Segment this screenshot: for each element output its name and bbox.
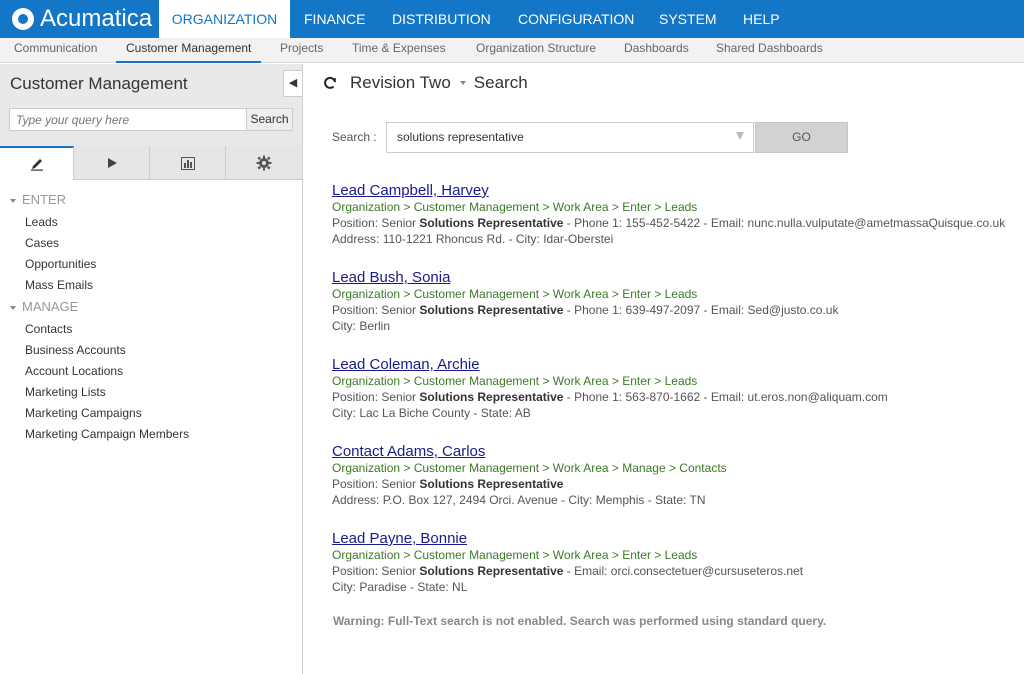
- search-result: Lead Bush, Sonia Organization > Customer…: [332, 269, 1022, 334]
- result-details: Position: Senior Solutions Representativ…: [332, 303, 839, 317]
- sidebar-item-marketing-campaign-members[interactable]: Marketing Campaign Members: [25, 427, 189, 441]
- result-path: Organization > Customer Management > Wor…: [332, 374, 698, 388]
- sidebar-item-business-accounts[interactable]: Business Accounts: [25, 343, 126, 357]
- caret-down-icon: [10, 198, 16, 203]
- subtab-projects[interactable]: Projects: [280, 38, 323, 63]
- dropdown-caret-icon[interactable]: [736, 132, 744, 140]
- refresh-icon[interactable]: [322, 75, 338, 91]
- result-path: Organization > Customer Management > Wor…: [332, 287, 698, 301]
- search-label: Search :: [332, 130, 377, 144]
- result-title-link[interactable]: Lead Campbell, Harvey: [332, 182, 1022, 200]
- sidebar-tabs: [0, 146, 302, 180]
- result-details: Position: Senior Solutions Representativ…: [332, 390, 888, 404]
- result-path: Organization > Customer Management > Wor…: [332, 200, 698, 214]
- sidebar-search-area: Search: [0, 102, 302, 146]
- search-warning: Warning: Full-Text search is not enabled…: [333, 614, 827, 628]
- subtab-shared-dashboards[interactable]: Shared Dashboards: [716, 38, 823, 63]
- result-details: Position: Senior Solutions Representativ…: [332, 477, 564, 491]
- chevron-left-icon: ◀: [288, 77, 298, 89]
- result-address: Address: 110-1221 Rhoncus Rd. - City: Id…: [332, 232, 614, 246]
- sidebar-item-mass-emails[interactable]: Mass Emails: [25, 278, 93, 292]
- sidebar-item-account-locations[interactable]: Account Locations: [25, 364, 123, 378]
- collapse-sidebar-button[interactable]: ◀: [283, 70, 302, 97]
- logo-mark-icon: [12, 8, 34, 30]
- search-result: Lead Payne, Bonnie Organization > Custom…: [332, 530, 1022, 595]
- caret-down-icon[interactable]: [459, 81, 466, 85]
- subtab-dashboards[interactable]: Dashboards: [624, 38, 689, 63]
- result-address: City: Lac La Biche County - State: AB: [332, 406, 531, 420]
- sidebar-item-contacts[interactable]: Contacts: [25, 322, 72, 336]
- tab-distribution[interactable]: DISTRIBUTION: [392, 0, 491, 38]
- result-address: City: Paradise - State: NL: [332, 580, 468, 594]
- sidebar: Customer Management ◀ Search ENTER Leads…: [0, 64, 303, 674]
- result-title-link[interactable]: Lead Coleman, Archie: [332, 356, 1022, 374]
- result-details: Position: Senior Solutions Representativ…: [332, 216, 1006, 230]
- caret-down-icon: [10, 305, 16, 310]
- tab-settings[interactable]: [226, 146, 302, 180]
- result-path: Organization > Customer Management > Wor…: [332, 461, 727, 475]
- subtab-communication[interactable]: Communication: [14, 38, 97, 63]
- tab-run[interactable]: [74, 146, 150, 180]
- subtab-time-expenses[interactable]: Time & Expenses: [352, 38, 446, 63]
- pencil-icon: [30, 159, 43, 171]
- result-title-link[interactable]: Lead Bush, Sonia: [332, 269, 1022, 287]
- sidebar-item-marketing-lists[interactable]: Marketing Lists: [25, 385, 106, 399]
- tab-reports[interactable]: [150, 146, 226, 180]
- result-address: City: Berlin: [332, 319, 391, 333]
- search-input[interactable]: solutions representative: [386, 122, 754, 153]
- search-result: Lead Campbell, Harvey Organization > Cus…: [332, 182, 1022, 247]
- sidebar-item-leads[interactable]: Leads: [25, 215, 58, 229]
- tab-edit[interactable]: [0, 146, 74, 180]
- acumatica-logo[interactable]: Acumatica: [12, 5, 152, 33]
- result-path: Organization > Customer Management > Wor…: [332, 548, 698, 562]
- tab-system[interactable]: SYSTEM: [659, 0, 717, 38]
- chart-icon: [180, 156, 195, 170]
- sidebar-item-opportunities[interactable]: Opportunities: [25, 257, 96, 271]
- subtab-organization-structure[interactable]: Organization Structure: [476, 38, 596, 63]
- play-icon: [107, 158, 117, 168]
- tab-organization[interactable]: ORGANIZATION: [159, 0, 290, 38]
- tab-help[interactable]: HELP: [743, 0, 780, 38]
- sidebar-item-cases[interactable]: Cases: [25, 236, 59, 250]
- menu-group-manage[interactable]: MANAGE: [10, 299, 78, 314]
- main-content: Revision Two Search Search : solutions r…: [304, 64, 1024, 674]
- sidebar-header: Customer Management ◀: [0, 64, 302, 102]
- sidebar-search-button[interactable]: Search: [246, 108, 293, 131]
- breadcrumb: Revision Two Search: [322, 72, 528, 94]
- top-navigation-bar: Acumatica ORGANIZATION FINANCE DISTRIBUT…: [0, 0, 1024, 38]
- page-title: Search: [473, 73, 528, 92]
- result-title-link[interactable]: Contact Adams, Carlos: [332, 443, 1022, 461]
- result-details: Position: Senior Solutions Representativ…: [332, 564, 804, 578]
- module-navigation-bar: Communication Customer Management Projec…: [0, 38, 1024, 63]
- search-result: Lead Coleman, Archie Organization > Cust…: [332, 356, 1022, 421]
- result-title-link[interactable]: Lead Payne, Bonnie: [332, 530, 1022, 548]
- go-button[interactable]: GO: [755, 122, 848, 153]
- sidebar-search-input[interactable]: [9, 108, 247, 131]
- tab-configuration[interactable]: CONFIGURATION: [518, 0, 634, 38]
- search-result: Contact Adams, Carlos Organization > Cus…: [332, 443, 1022, 508]
- tab-finance[interactable]: FINANCE: [304, 0, 365, 38]
- menu-group-enter[interactable]: ENTER: [10, 192, 66, 207]
- subtab-customer-management[interactable]: Customer Management: [116, 38, 262, 63]
- gear-icon: [256, 155, 272, 171]
- revision-selector[interactable]: Revision Two: [350, 73, 451, 93]
- brand-name: Acumatica: [40, 5, 153, 32]
- result-address: Address: P.O. Box 127, 2494 Orci. Avenue…: [332, 493, 706, 507]
- sidebar-title: Customer Management: [10, 74, 188, 93]
- sidebar-item-marketing-campaigns[interactable]: Marketing Campaigns: [25, 406, 142, 420]
